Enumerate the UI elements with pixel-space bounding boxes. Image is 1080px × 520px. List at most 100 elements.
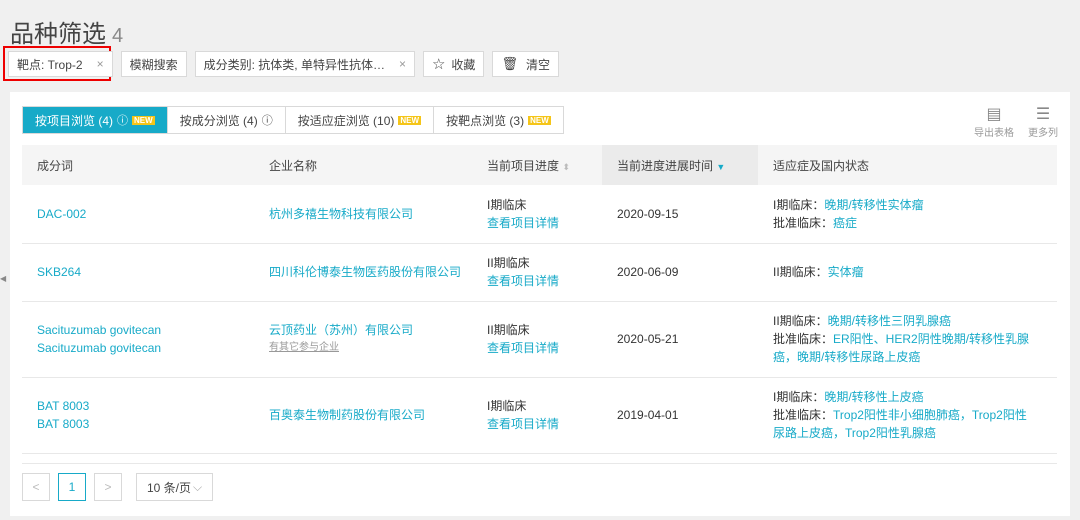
- stage-cell: II期临床 查看项目详情: [472, 243, 602, 302]
- filter-target-label: 靶点: Trop-2: [17, 57, 83, 72]
- company-link[interactable]: 四川科伦博泰生物医药股份有限公司: [269, 265, 461, 279]
- favorite-button[interactable]: ☆ 收藏: [422, 51, 485, 77]
- component-cell: DAC-002: [22, 185, 254, 244]
- date-cell: 2020-09-15: [602, 185, 758, 244]
- chevron-down-icon: ⌵: [193, 479, 203, 494]
- page-1-button[interactable]: 1: [58, 473, 86, 501]
- project-detail-link[interactable]: 查看项目详情: [487, 341, 559, 355]
- results-card: 按项目浏览 (4) ⓘ NEW 按成分浏览 (4) ⓘ 按适应症浏览 (10) NEW …: [10, 92, 1070, 516]
- other-companies-link[interactable]: 有其它参与企业: [269, 339, 472, 357]
- table-icon: ▤: [986, 106, 1002, 123]
- company-link[interactable]: 杭州多禧生物科技有限公司: [269, 207, 413, 221]
- star-icon: ☆: [431, 56, 446, 73]
- tab-by-target[interactable]: 按靶点浏览 (3) NEW: [433, 107, 563, 133]
- stage-text: I期临床: [487, 197, 527, 212]
- company-link[interactable]: 百奥泰生物制药股份有限公司: [269, 408, 425, 422]
- close-icon[interactable]: ×: [399, 57, 406, 71]
- indication-cell: I期临床：晚期/转移性实体瘤批准临床：癌症: [758, 185, 1057, 244]
- col-header-stage[interactable]: 当前项目进度 ⬍: [472, 145, 602, 185]
- indication-link[interactable]: 癌症: [833, 216, 857, 230]
- tab-label: 按靶点浏览 (3): [446, 113, 525, 128]
- fuzzy-search-button[interactable]: 模糊搜索: [120, 51, 187, 77]
- component-link[interactable]: Sacituzumab govitecan: [37, 341, 161, 355]
- table-row: SKB264 四川科伦博泰生物医药股份有限公司 II期临床 查看项目详情 2020…: [22, 243, 1057, 302]
- indication-link[interactable]: 实体瘤: [828, 265, 864, 279]
- indication-link[interactable]: 晚期/转移性实体瘤: [824, 198, 923, 212]
- tab-by-project[interactable]: 按项目浏览 (4) ⓘ NEW: [23, 107, 167, 133]
- component-link[interactable]: Sacituzumab govitecan: [37, 323, 161, 337]
- tab-label: 按成分浏览 (4): [179, 113, 258, 128]
- empty-cell: [22, 453, 1057, 464]
- company-cell: 杭州多禧生物科技有限公司: [254, 185, 472, 244]
- more-label: 更多列: [1028, 128, 1058, 139]
- header-label: 当前项目进度: [487, 158, 560, 173]
- component-cell: SKB264: [22, 243, 254, 302]
- tab-label: 按适应症浏览 (10): [297, 113, 395, 128]
- component-cell: Sacituzumab govitecan Sacituzumab govitec…: [22, 301, 254, 378]
- indication-cell: I期临床：晚期/转移性上皮癌 批准临床：Trop2阳性非小细胞肺癌，Trop2阳性…: [758, 377, 1057, 454]
- indication-link[interactable]: 晚期/转移性三阴乳腺癌: [828, 314, 951, 328]
- project-detail-link[interactable]: 查看项目详情: [487, 274, 559, 288]
- stage-cell: II期临床查看项目详情: [472, 301, 602, 378]
- prev-page-button[interactable]: <: [22, 473, 50, 501]
- component-link[interactable]: BAT 8003: [37, 399, 89, 413]
- filter-target-chip[interactable]: 靶点: Trop-2 ×: [8, 51, 113, 77]
- new-badge: NEW: [528, 115, 551, 125]
- indication-stage: 批准临床：: [773, 408, 834, 422]
- table-row: BAT 8003 BAT 8003 百奥泰生物制药股份有限公司 I期临床查看项目详…: [22, 377, 1057, 454]
- page-size-label: 10 条/页: [147, 480, 192, 495]
- col-header-date[interactable]: 当前进度进展时间 ▼: [602, 145, 758, 185]
- page-title: 品种筛选 4: [10, 14, 123, 49]
- new-badge: NEW: [398, 115, 422, 125]
- indication-link[interactable]: 晚期/转移性上皮癌: [824, 390, 923, 404]
- component-link[interactable]: BAT 8003: [37, 417, 89, 431]
- company-cell: 百奥泰生物制药股份有限公司: [254, 377, 472, 454]
- date-cell: 2020-06-09: [602, 243, 758, 302]
- filter-category-chip[interactable]: 成分类别: 抗体类, 单特异性抗体… ×: [194, 51, 415, 77]
- close-icon[interactable]: ×: [97, 57, 104, 71]
- stage-text: II期临床: [487, 323, 530, 337]
- component-link[interactable]: SKB264: [37, 265, 81, 279]
- table-row-partial: [22, 453, 1057, 464]
- tab-label: 按项目浏览 (4): [35, 113, 114, 128]
- trash-icon: 🗑: [501, 56, 518, 71]
- table-row: Sacituzumab govitecan Sacituzumab govitec…: [22, 301, 1057, 378]
- indication-stage: I期临床：: [773, 390, 825, 404]
- results-table: 成分词 企业名称 当前项目进度 ⬍ 当前进度进展时间 ▼ 适应症及国内状态 DA…: [22, 145, 1057, 464]
- help-icon[interactable]: ⓘ: [117, 112, 128, 128]
- component-link[interactable]: DAC-002: [37, 207, 86, 221]
- next-page-button[interactable]: >: [94, 473, 122, 501]
- stage-text: I期临床: [487, 399, 527, 413]
- new-badge: NEW: [132, 115, 155, 125]
- project-detail-link[interactable]: 查看项目详情: [487, 216, 559, 230]
- company-cell: 四川科伦博泰生物医药股份有限公司: [254, 243, 472, 302]
- page-size-select[interactable]: 10 条/页 ⌵: [136, 473, 214, 501]
- date-cell: 2020-05-21: [602, 301, 758, 378]
- collapse-arrow-icon[interactable]: ◀: [0, 274, 6, 283]
- pagination: < 1 > 10 条/页 ⌵: [22, 473, 214, 501]
- indication-stage: II期临床：: [773, 265, 828, 279]
- clear-button[interactable]: 🗑 清空: [492, 51, 559, 77]
- indication-cell: II期临床：晚期/转移性三阴乳腺癌 批准临床：ER阳性、HER2阴性晚期/转移性乳…: [758, 301, 1057, 378]
- col-header-indication: 适应症及国内状态: [758, 145, 1057, 185]
- header-label: 当前进度进展时间: [617, 158, 714, 173]
- export-table-button[interactable]: ▤ 导出表格: [974, 104, 1014, 139]
- stage-cell: I期临床查看项目详情: [472, 185, 602, 244]
- title-text: 品种筛选: [10, 21, 106, 48]
- indication-cell: II期临床：实体瘤: [758, 243, 1057, 302]
- table-row: DAC-002 杭州多禧生物科技有限公司 I期临床查看项目详情 2020-09-…: [22, 185, 1057, 244]
- indication-stage: 批准临床：: [773, 332, 834, 346]
- company-link[interactable]: 云顶药业（苏州）有限公司: [269, 323, 413, 337]
- sort-icon[interactable]: ⬍: [562, 162, 570, 172]
- project-detail-link[interactable]: 查看项目详情: [487, 417, 559, 431]
- component-cell: BAT 8003 BAT 8003: [22, 377, 254, 454]
- help-icon[interactable]: ⓘ: [262, 112, 273, 128]
- tab-by-component[interactable]: 按成分浏览 (4) ⓘ: [166, 107, 285, 133]
- favorite-label: 收藏: [451, 57, 476, 72]
- sort-desc-icon[interactable]: ▼: [716, 162, 725, 172]
- indication-stage: I期临床：: [773, 197, 825, 212]
- indication-stage: 批准临床：: [773, 215, 834, 230]
- more-columns-button[interactable]: ☰ 更多列: [1028, 104, 1058, 139]
- export-label: 导出表格: [974, 128, 1014, 139]
- tab-by-indication[interactable]: 按适应症浏览 (10) NEW: [284, 107, 433, 133]
